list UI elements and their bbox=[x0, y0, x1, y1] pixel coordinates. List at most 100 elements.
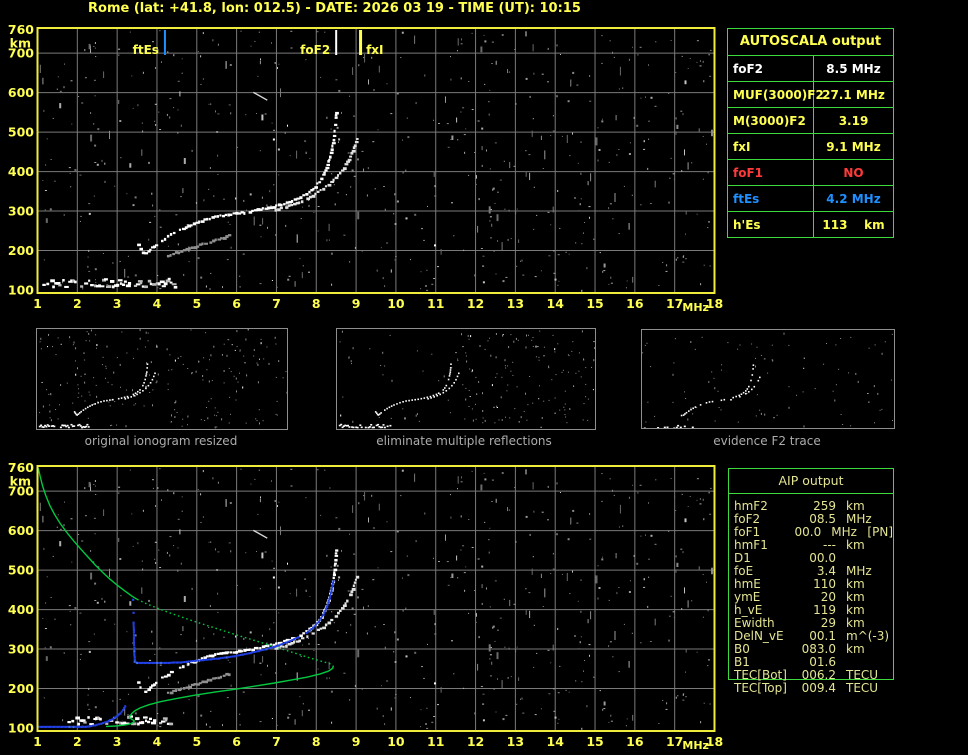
svg-text:11: 11 bbox=[427, 734, 444, 749]
svg-text:14: 14 bbox=[547, 296, 565, 311]
svg-text:13: 13 bbox=[507, 296, 524, 311]
parameter-unit: km bbox=[846, 642, 865, 656]
svg-text:3: 3 bbox=[113, 734, 122, 749]
aip-table-title: AIP output bbox=[729, 469, 893, 494]
svg-text:300: 300 bbox=[8, 204, 34, 219]
x-axis-unit: MHz bbox=[682, 301, 709, 314]
svg-text:9: 9 bbox=[352, 734, 361, 749]
axis-labels: 1 2 3 4 5 6 7 8 9 10 11 12 13 14 15 16 17 18MHz7607006005… bbox=[8, 22, 723, 314]
svg-text:600: 600 bbox=[8, 523, 34, 538]
parameter-value: 27.1 MHz bbox=[822, 87, 885, 102]
series-f-trace-extraordinary bbox=[274, 575, 360, 650]
svg-text:17: 17 bbox=[666, 296, 683, 311]
svg-text:6: 6 bbox=[232, 734, 241, 749]
thumbnail-original-ionogram-image bbox=[38, 329, 287, 429]
axis-labels: 1 2 3 4 5 6 7 8 9 10 11 12 13 14 15 16 17 18MHz7607006005… bbox=[8, 460, 723, 752]
svg-text:8: 8 bbox=[312, 734, 321, 749]
svg-text:100: 100 bbox=[8, 721, 34, 736]
parameter-name: fxI bbox=[728, 134, 814, 159]
parameter-value: 8.5 MHz bbox=[826, 61, 881, 76]
parameter-name: M(3000)F2 bbox=[728, 108, 814, 133]
plot-border bbox=[36, 465, 716, 732]
parameter-name: foF1 bbox=[728, 160, 814, 185]
parameter-value: NO bbox=[843, 165, 864, 180]
svg-text:2: 2 bbox=[73, 296, 82, 311]
svg-text:2: 2 bbox=[73, 734, 82, 749]
svg-text:5: 5 bbox=[192, 734, 201, 749]
parameter-value: 9.1 MHz bbox=[826, 139, 881, 154]
thumbnail-original-ionogram bbox=[36, 328, 288, 430]
svg-text:9: 9 bbox=[352, 296, 361, 311]
svg-text:7: 7 bbox=[272, 296, 281, 311]
svg-text:200: 200 bbox=[8, 681, 34, 696]
ionogram-plot: ftEs foF2 fxI1 2 3 4 5 6 7 8 9 10 11 12 13 14 15 16 17 18MH… bbox=[8, 22, 723, 314]
thumbnail-content bbox=[338, 330, 595, 429]
grid-lines bbox=[37, 466, 715, 731]
svg-text:4: 4 bbox=[153, 734, 162, 749]
svg-text:10: 10 bbox=[387, 296, 405, 311]
svg-text:100: 100 bbox=[8, 283, 34, 298]
series-second-reflection bbox=[166, 234, 232, 258]
series-interference-streak bbox=[252, 529, 268, 539]
series-aip-profile-bottomside bbox=[105, 665, 335, 728]
aip-output-table: AIP output hmF2 259 km foF2 08.5 MHz foF… bbox=[728, 468, 894, 695]
svg-text:16: 16 bbox=[626, 296, 644, 311]
svg-text:500: 500 bbox=[8, 563, 34, 578]
series-f-trace-ordinary bbox=[137, 111, 339, 255]
thumbnail-caption-evidence: evidence F2 trace bbox=[713, 434, 821, 448]
autoscala-table-row: foF1 NO bbox=[728, 159, 893, 185]
parameter-name: foF2 bbox=[728, 56, 814, 81]
thumbnail-evidence-f2-trace bbox=[641, 329, 895, 429]
parameter-value: 3.19 bbox=[838, 113, 869, 128]
series-aip-profile-extrapolated bbox=[136, 598, 333, 666]
aip-table-row: TEC[Top] 009.4 TECU bbox=[729, 682, 893, 695]
marker-label: fxI bbox=[366, 43, 383, 57]
marker-label: ftEs bbox=[133, 43, 159, 57]
parameter-value: 009.4 bbox=[801, 681, 836, 695]
autoscala-output-table: AUTOSCALA output foF2 8.5 MHz MUF(3000)F… bbox=[727, 28, 894, 238]
autoscala-screen: Rome (lat: +41.8, lon: 012.5) - DATE: 20… bbox=[0, 0, 968, 755]
thumbnail-content bbox=[38, 329, 287, 429]
noise-speckles bbox=[39, 468, 713, 730]
parameter-name: MUF(3000)F2 bbox=[728, 82, 824, 107]
aip-table-rows: hmF2 259 km foF2 08.5 MHz foF1 00.0 MHz … bbox=[729, 494, 893, 695]
svg-text:400: 400 bbox=[8, 164, 34, 179]
svg-text:10: 10 bbox=[387, 734, 405, 749]
svg-text:300: 300 bbox=[8, 642, 34, 657]
parameter-value: 4.2 MHz bbox=[826, 191, 881, 206]
autoscala-table-row: foF2 8.5 MHz bbox=[728, 55, 893, 81]
autoscala-table-row: M(3000)F2 3.19 bbox=[728, 107, 893, 133]
svg-text:6: 6 bbox=[232, 296, 241, 311]
svg-text:12: 12 bbox=[467, 734, 484, 749]
svg-text:13: 13 bbox=[507, 734, 524, 749]
svg-text:500: 500 bbox=[8, 125, 34, 140]
svg-text:4: 4 bbox=[153, 296, 162, 311]
noise-speckles bbox=[39, 30, 713, 292]
autoscala-table-title: AUTOSCALA output bbox=[739, 34, 882, 49]
svg-text:15: 15 bbox=[586, 734, 603, 749]
y-axis-unit: km bbox=[10, 474, 31, 489]
thumbnail-caption-original: original ionogram resized bbox=[84, 434, 238, 448]
series-f-trace-ordinary bbox=[137, 549, 339, 693]
svg-text:1: 1 bbox=[33, 296, 42, 311]
autoscala-table-row: h'Es 113 km bbox=[728, 211, 893, 237]
y-axis-unit: km bbox=[10, 36, 31, 51]
svg-text:14: 14 bbox=[547, 734, 565, 749]
grid-lines bbox=[37, 28, 715, 293]
parameter-value: 113 km bbox=[822, 217, 885, 232]
parameter-unit: km bbox=[846, 538, 865, 552]
svg-text:3: 3 bbox=[113, 296, 122, 311]
series-aip-profile-topside bbox=[37, 468, 138, 600]
thumbnail-evidence-f2-trace-image bbox=[642, 332, 893, 428]
plot-border bbox=[36, 27, 716, 294]
autoscala-table-rows: foF2 8.5 MHz MUF(3000)F2 27.1 MHz M(3000… bbox=[728, 55, 893, 237]
profile-plot: 1 2 3 4 5 6 7 8 9 10 11 12 13 14 15 16 17 18MHz7607006005… bbox=[8, 460, 723, 752]
svg-text:8: 8 bbox=[312, 296, 321, 311]
svg-text:1: 1 bbox=[33, 734, 42, 749]
series-interference-streak bbox=[252, 91, 268, 101]
parameter-name: ftEs bbox=[728, 186, 814, 211]
thumbnail-caption-eliminate: eliminate multiple reflections bbox=[376, 434, 552, 448]
svg-text:17: 17 bbox=[666, 734, 683, 749]
svg-text:400: 400 bbox=[8, 602, 34, 617]
x-axis-unit: MHz bbox=[682, 739, 709, 752]
